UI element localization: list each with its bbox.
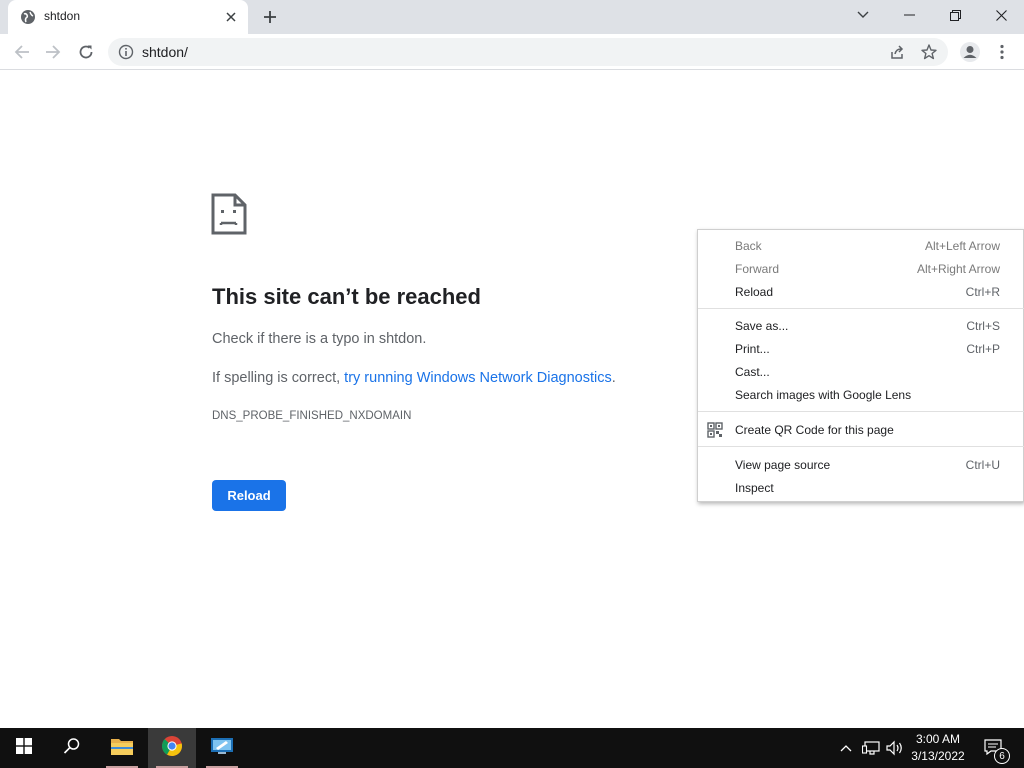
menu-item-shortcut: Ctrl+S (966, 319, 1000, 333)
remote-desktop-icon (210, 736, 234, 761)
chrome-icon (161, 735, 183, 762)
menu-item-label: Search images with Google Lens (735, 388, 912, 402)
close-window-button[interactable] (978, 0, 1024, 30)
search-button[interactable] (48, 728, 96, 768)
restore-button[interactable] (932, 0, 978, 30)
close-tab-icon[interactable] (222, 8, 240, 26)
more-menu-icon[interactable] (989, 39, 1015, 65)
error-diagnostics-hint: If spelling is correct, try running Wind… (212, 370, 616, 386)
tab-strip: shtdon (0, 0, 1024, 34)
share-icon[interactable] (888, 43, 906, 61)
menu-item-shortcut: Alt+Right Arrow (916, 262, 1000, 276)
sad-document-icon (211, 193, 247, 235)
address-url: shtdon/ (142, 44, 188, 60)
minimize-button[interactable] (886, 0, 932, 30)
menu-item-forward[interactable]: Forward Alt+Right Arrow (698, 258, 1024, 281)
menu-item-reload[interactable]: Reload Ctrl+R (698, 281, 1024, 304)
menu-item-label: Cast... (735, 365, 770, 379)
clock-date: 3/13/2022 (911, 749, 965, 763)
tab-search-button[interactable] (840, 0, 886, 30)
menu-separator (698, 411, 1024, 412)
back-button[interactable] (9, 39, 35, 65)
network-icon[interactable] (861, 738, 881, 758)
browser-toolbar: shtdon/ (0, 34, 1024, 70)
qr-code-icon (707, 422, 723, 438)
notification-count-badge: 6 (994, 748, 1010, 764)
globe-icon (20, 9, 36, 25)
menu-item-label: Save as... (735, 319, 789, 333)
menu-separator (698, 308, 1024, 309)
menu-item-label: Reload (735, 285, 774, 299)
network-diagnostics-link[interactable]: try running Windows Network Diagnostics (344, 370, 612, 386)
error-typo-hint: Check if there is a typo in shtdon. (212, 331, 427, 347)
new-tab-button[interactable] (259, 6, 281, 28)
menu-item-search-google-lens[interactable]: Search images with Google Lens (698, 384, 1024, 407)
menu-separator (698, 446, 1024, 447)
start-icon (16, 737, 32, 759)
menu-item-create-qr-code[interactable]: Create QR Code for this page (698, 419, 1024, 442)
menu-item-shortcut: Ctrl+R (965, 285, 1000, 299)
browser-tab[interactable]: shtdon (8, 0, 248, 34)
bookmark-star-icon[interactable] (920, 43, 938, 61)
action-center-button[interactable]: 6 (978, 728, 1014, 768)
menu-item-label: View page source (735, 458, 831, 472)
remote-desktop-button[interactable] (198, 728, 246, 768)
forward-button[interactable] (40, 39, 66, 65)
chrome-taskbar-button[interactable] (148, 728, 196, 768)
context-menu: Back Alt+Left Arrow Forward Alt+Right Ar… (697, 229, 1024, 502)
menu-item-save-as[interactable]: Save as... Ctrl+S (698, 315, 1024, 338)
clock-time: 3:00 AM (915, 732, 961, 746)
diagnostics-prefix: If spelling is correct, (212, 370, 345, 386)
menu-item-label: Inspect (735, 481, 774, 495)
info-icon[interactable] (118, 44, 134, 60)
menu-item-label: Forward (735, 262, 780, 276)
menu-item-view-page-source[interactable]: View page source Ctrl+U (698, 454, 1024, 477)
menu-item-print[interactable]: Print... Ctrl+P (698, 338, 1024, 361)
address-bar[interactable]: shtdon/ (108, 38, 948, 66)
menu-item-label: Create QR Code for this page (735, 423, 894, 437)
reload-icon[interactable] (73, 39, 99, 65)
profile-avatar-icon[interactable] (957, 39, 983, 65)
menu-item-inspect[interactable]: Inspect (698, 477, 1024, 500)
menu-item-cast[interactable]: Cast... (698, 361, 1024, 384)
start-button[interactable] (0, 728, 48, 768)
menu-item-shortcut: Alt+Left Arrow (924, 239, 1000, 253)
menu-item-shortcut: Ctrl+P (966, 342, 1000, 356)
error-title: This site can’t be reached (212, 284, 481, 309)
chevron-up-icon[interactable] (836, 738, 856, 758)
volume-icon[interactable] (885, 738, 905, 758)
menu-item-label: Print... (735, 342, 770, 356)
search-icon (63, 737, 81, 760)
menu-item-back[interactable]: Back Alt+Left Arrow (698, 235, 1024, 258)
diagnostics-suffix: . (611, 370, 616, 386)
menu-item-label: Back (735, 239, 762, 253)
error-code: DNS_PROBE_FINISHED_NXDOMAIN (212, 410, 412, 422)
file-explorer-button[interactable] (98, 728, 146, 768)
reload-button[interactable]: Reload (212, 480, 286, 511)
menu-item-shortcut: Ctrl+U (965, 458, 1000, 472)
file-explorer-icon (110, 736, 134, 761)
system-clock[interactable]: 3:00 AM 3/13/2022 (906, 731, 970, 765)
taskbar: 3:00 AM 3/13/2022 6 (0, 728, 1024, 768)
tab-title: shtdon (44, 9, 81, 23)
